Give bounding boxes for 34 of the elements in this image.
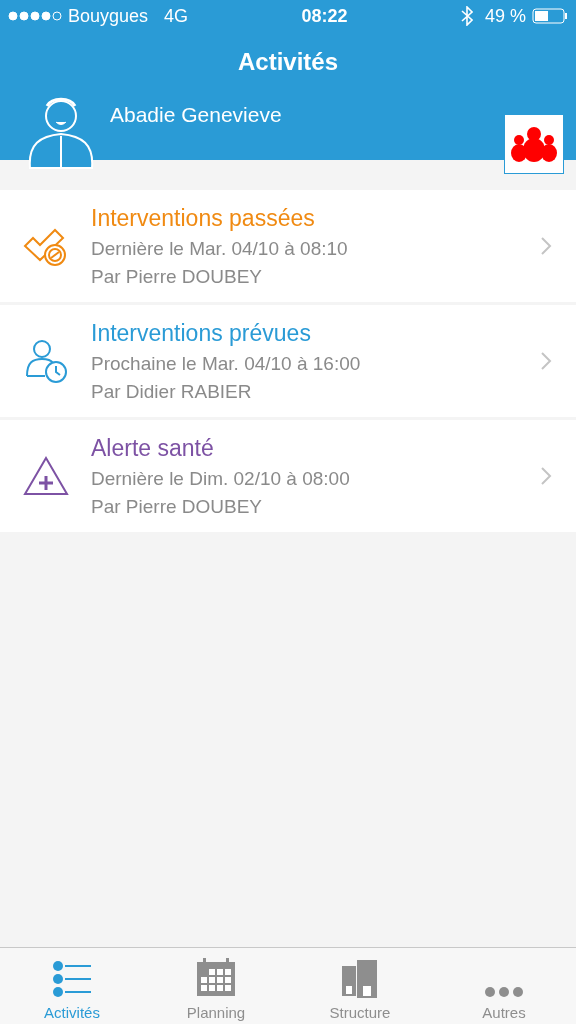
activity-date: Dernière le Mar. 04/10 à 08:10 <box>91 237 349 260</box>
tab-bar-item[interactable]: Autres <box>432 948 576 1024</box>
activity-row[interactable]: Alerte santé Dernière le Dim. 02/10 à 08:00 Par Pierre DOUBEY <box>0 420 576 532</box>
activity-row[interactable]: Interventions prévues Prochaine le Mar. 04/10 à 16:00 Par Didier RABIER <box>0 305 576 417</box>
activity-row[interactable]: Interventions passées Dernière le Mar. 04/10 à 08:10 Par Pierre DOUBEY <box>0 190 576 302</box>
tab-bar-item[interactable]: Structure <box>288 948 432 1024</box>
chevron-right-icon <box>540 351 552 371</box>
chevron-right-icon <box>540 236 552 256</box>
more-icon <box>484 986 524 998</box>
page-title: Activités <box>236 48 339 76</box>
warning-plus-icon <box>22 456 69 496</box>
people-group-icon <box>510 126 558 162</box>
activity-title: Interventions passées <box>91 204 316 232</box>
clock-time: 08:22 <box>301 5 348 27</box>
activity-author: Par Pierre DOUBEY <box>91 265 264 288</box>
buildings-icon <box>342 958 378 998</box>
chevron-right-icon <box>540 466 552 486</box>
activity-author: Par Pierre DOUBEY <box>91 495 264 518</box>
signal-icon <box>8 11 62 21</box>
user-name: Abadie Genevieve <box>110 103 282 127</box>
activity-author: Par Didier RABIER <box>91 380 253 403</box>
activity-date: Prochaine le Mar. 04/10 à 16:00 <box>91 352 362 375</box>
calendar-icon <box>196 958 236 998</box>
bluetooth-icon <box>460 6 473 26</box>
list-icon <box>52 960 92 998</box>
tab-bar-item[interactable]: Activités <box>0 948 144 1024</box>
battery-icon <box>532 8 568 24</box>
network-type: 4G <box>164 5 189 27</box>
battery-percent: 49 % <box>484 5 526 27</box>
carrier-name: Bouygues <box>68 5 149 27</box>
activity-date: Dernière le Dim. 02/10 à 08:00 <box>91 467 351 490</box>
activity-title: Interventions prévues <box>91 319 312 347</box>
tab-bar-item[interactable]: Planning <box>144 948 288 1024</box>
activity-title: Alerte santé <box>91 434 215 462</box>
